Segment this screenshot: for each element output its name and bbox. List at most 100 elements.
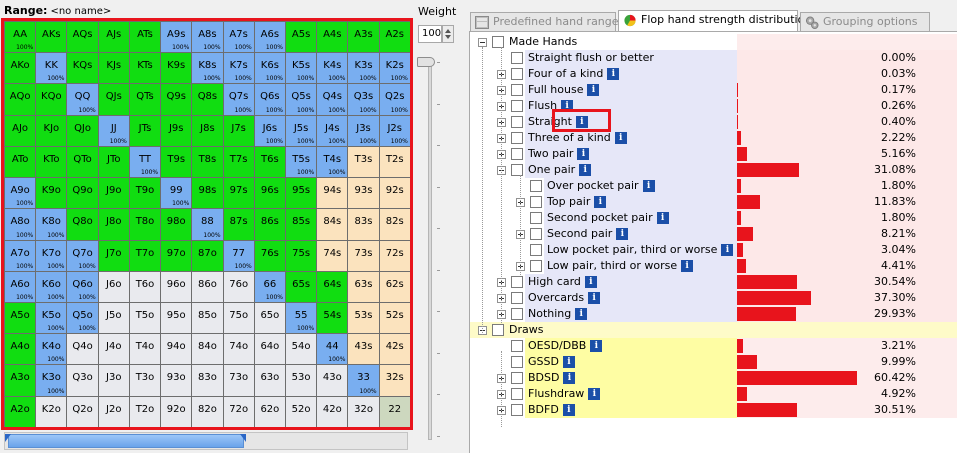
hand-cell[interactable]: TT 100% xyxy=(128,145,161,178)
hand-cell[interactable]: A7s 100% xyxy=(222,21,254,53)
hand-cell[interactable]: 62o xyxy=(253,395,285,427)
hand-cell[interactable]: 84o xyxy=(191,333,223,365)
hand-cell[interactable]: A5o xyxy=(4,301,36,334)
hand-cell[interactable]: 42o xyxy=(316,395,348,427)
tab-grouping-options[interactable]: Grouping options xyxy=(800,12,930,32)
info-icon[interactable]: i xyxy=(577,148,590,160)
hand-cell[interactable]: QJo xyxy=(66,114,98,146)
info-icon[interactable]: i xyxy=(579,164,592,176)
weight-slider-track[interactable] xyxy=(428,60,432,440)
weight-input[interactable]: 100 xyxy=(418,25,442,43)
tree-row[interactable]: BDSD i 60.42% xyxy=(470,370,957,386)
tab-predefined-hand-ranges[interactable]: Predefined hand ranges xyxy=(470,12,624,32)
hand-cell[interactable]: 94o xyxy=(160,333,192,365)
hand-cell[interactable]: KQs xyxy=(66,52,98,84)
hand-cell[interactable]: 96o xyxy=(160,270,192,302)
hand-cell[interactable]: T3s xyxy=(347,145,379,178)
hand-cell[interactable]: T9o xyxy=(128,177,161,209)
hand-cell[interactable]: 62s xyxy=(378,270,410,302)
hand-cell[interactable]: KTs xyxy=(128,52,161,84)
hand-cell[interactable]: K6o 100% xyxy=(35,270,67,302)
hand-cell[interactable]: 88 100% xyxy=(191,208,223,240)
hand-cell[interactable]: JTo xyxy=(97,145,129,178)
hand-cell[interactable]: J4s 100% xyxy=(316,114,348,146)
hand-cell[interactable]: A7o 100% xyxy=(4,239,36,271)
tree-row[interactable]: Over pocket pair i 1.80% xyxy=(470,178,957,194)
hand-cell[interactable]: Q8s xyxy=(191,83,223,115)
row-checkbox[interactable] xyxy=(492,36,504,48)
hand-cell[interactable]: K4s 100% xyxy=(316,52,348,84)
tree-row[interactable]: OESD/DBB i 3.21% xyxy=(470,338,957,354)
hand-cell[interactable]: T6s xyxy=(253,145,285,178)
hand-cell[interactable]: 65o xyxy=(253,301,285,334)
hand-cell[interactable]: 93o xyxy=(160,364,192,396)
hand-cell[interactable]: Q5o 100% xyxy=(66,301,98,334)
row-checkbox[interactable] xyxy=(511,100,523,112)
hand-cell[interactable]: 43s xyxy=(347,333,379,365)
tree-row[interactable]: High card i 30.54% xyxy=(470,274,957,290)
hand-cell[interactable]: 99 100% xyxy=(160,177,192,209)
info-icon[interactable]: i xyxy=(590,340,603,352)
hand-cell[interactable]: J7s xyxy=(222,114,254,146)
tree-row[interactable]: Second pair i 8.21% xyxy=(470,226,957,242)
hand-cell[interactable]: 55 100% xyxy=(284,301,317,334)
row-checkbox[interactable] xyxy=(511,84,523,96)
row-checkbox[interactable] xyxy=(511,340,523,352)
hand-cell[interactable]: 32o xyxy=(347,395,379,427)
row-checkbox[interactable] xyxy=(530,228,542,240)
hand-cell[interactable]: 98o xyxy=(160,208,192,240)
hand-cell[interactable]: A8s 100% xyxy=(191,21,223,53)
hand-cell[interactable]: Q6s 100% xyxy=(253,83,285,115)
hand-cell[interactable]: 86o xyxy=(191,270,223,302)
row-checkbox[interactable] xyxy=(511,356,523,368)
hand-cell[interactable]: KQo xyxy=(35,83,67,115)
info-icon[interactable]: i xyxy=(656,212,669,224)
hand-cell[interactable]: ATs xyxy=(128,21,161,53)
hand-cell[interactable]: K7o 100% xyxy=(35,239,67,271)
hand-cell[interactable]: 72s xyxy=(378,239,410,271)
hand-cell[interactable]: 64o xyxy=(253,333,285,365)
row-checkbox[interactable] xyxy=(530,212,542,224)
hand-cell[interactable]: J6s 100% xyxy=(253,114,285,146)
hand-cell[interactable]: T2o xyxy=(128,395,161,427)
hand-cell[interactable]: A6o 100% xyxy=(4,270,36,302)
hand-cell[interactable]: 73s xyxy=(347,239,379,271)
hand-cell[interactable]: K6s 100% xyxy=(253,52,285,84)
info-icon[interactable]: i xyxy=(562,356,575,368)
hand-cell[interactable]: 83s xyxy=(347,208,379,240)
hand-cell[interactable]: KK 100% xyxy=(35,52,67,84)
hand-cell[interactable]: T2s xyxy=(378,145,410,178)
hand-cell[interactable]: 86s xyxy=(253,208,285,240)
row-checkbox[interactable] xyxy=(511,116,523,128)
hand-cell[interactable]: 97s xyxy=(222,177,254,209)
row-checkbox[interactable] xyxy=(511,308,523,320)
row-checkbox[interactable] xyxy=(530,196,542,208)
hand-cell[interactable]: K8s 100% xyxy=(191,52,223,84)
hand-cell[interactable]: A4o xyxy=(4,333,36,365)
info-icon[interactable]: i xyxy=(588,388,601,400)
hand-cell[interactable]: AQo xyxy=(4,83,36,115)
row-checkbox[interactable] xyxy=(511,388,523,400)
row-checkbox[interactable] xyxy=(511,276,523,288)
tab-flop-hand-strength-distribution[interactable]: Flop hand strength distribution xyxy=(618,10,811,32)
hand-cell[interactable]: 74o xyxy=(222,333,254,365)
hand-cell[interactable]: 98s xyxy=(191,177,223,209)
hand-cell[interactable]: T6o xyxy=(128,270,161,302)
row-checkbox[interactable] xyxy=(530,180,542,192)
hand-cell[interactable]: 54s xyxy=(316,301,348,334)
hand-cell[interactable]: T4o xyxy=(128,333,161,365)
hand-cell[interactable]: AJo xyxy=(4,114,36,146)
hand-cell[interactable]: 53o xyxy=(284,364,317,396)
hand-cell[interactable]: 43o xyxy=(316,364,348,396)
hand-cell[interactable]: 42s xyxy=(378,333,410,365)
hand-cell[interactable]: T7o xyxy=(128,239,161,271)
row-checkbox[interactable] xyxy=(511,148,523,160)
tree-row[interactable]: Two pair i 5.16% xyxy=(470,146,957,162)
hand-cell[interactable]: Q4o xyxy=(66,333,98,365)
hand-cell[interactable]: QJs xyxy=(97,83,129,115)
hand-cell[interactable]: Q3o xyxy=(66,364,98,396)
hand-cell[interactable]: J8s xyxy=(191,114,223,146)
hand-cell[interactable]: J4o xyxy=(97,333,129,365)
tree-row[interactable]: Made Hands xyxy=(470,34,957,50)
hand-cell[interactable]: 87o xyxy=(191,239,223,271)
